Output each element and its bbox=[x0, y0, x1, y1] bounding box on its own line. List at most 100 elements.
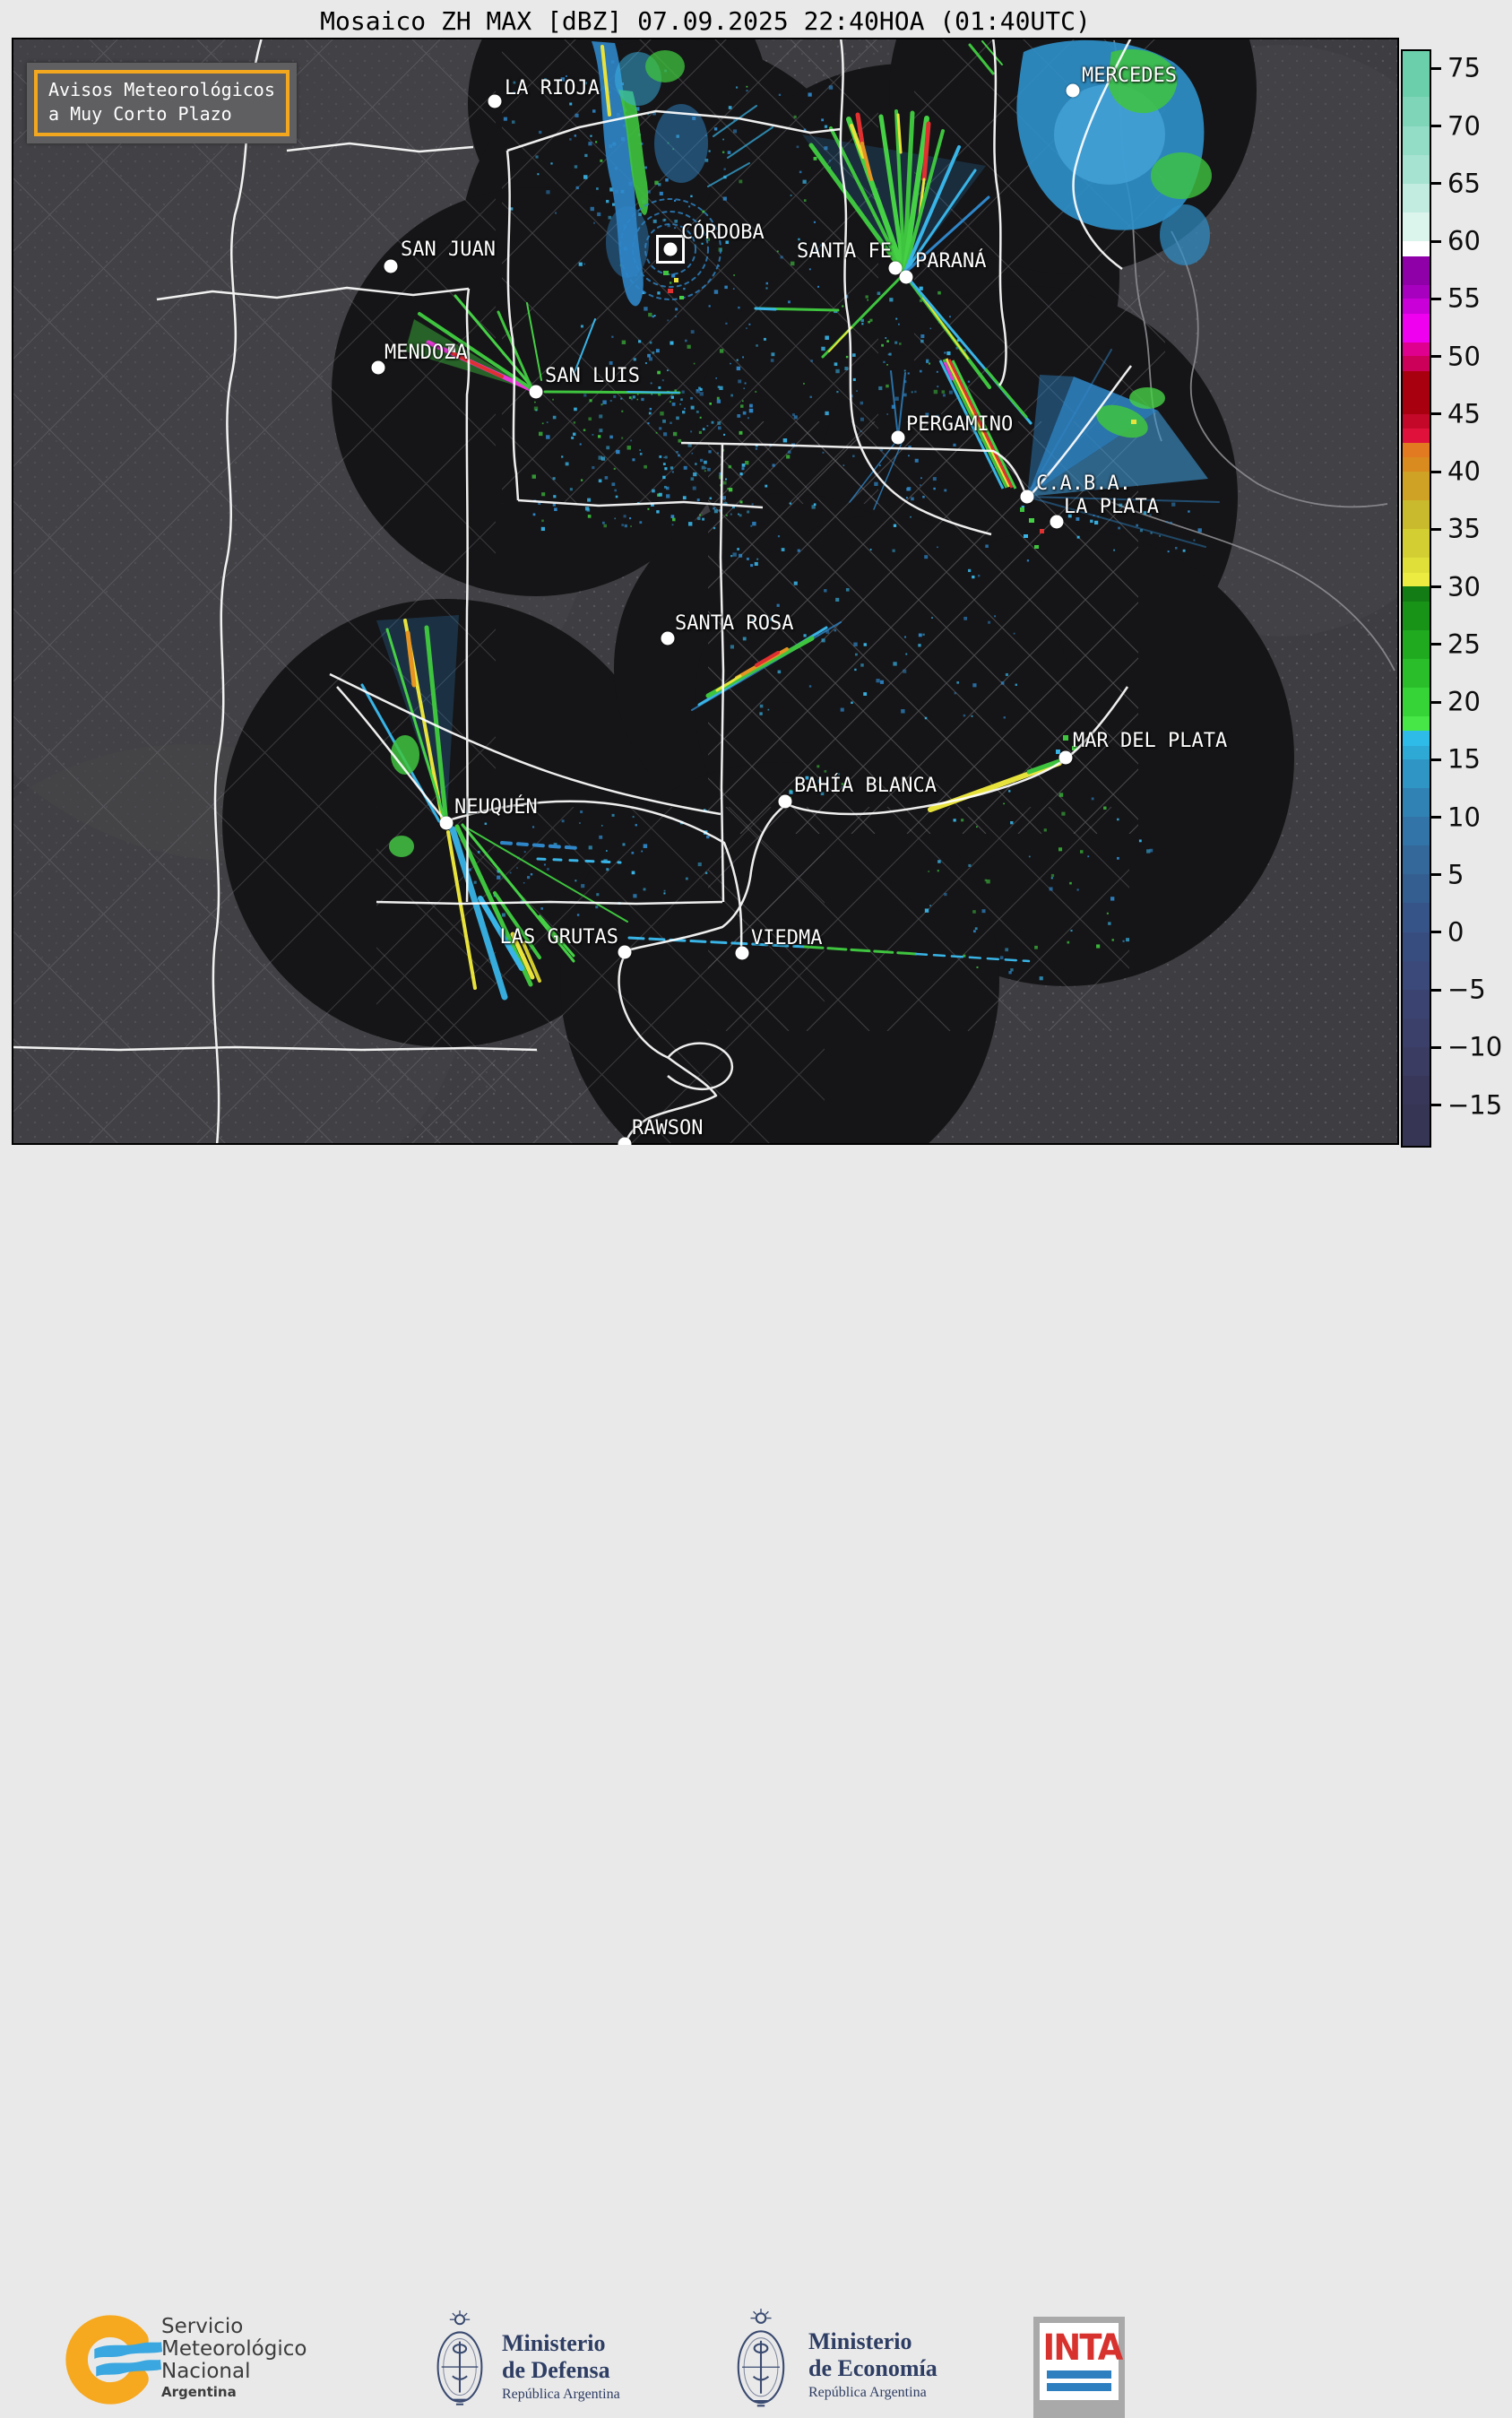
defensa-logo-text: Ministerio de Defensa República Argentin… bbox=[502, 2330, 620, 2403]
colorbar-segment bbox=[1403, 903, 1430, 932]
colorbar-segment bbox=[1403, 212, 1430, 241]
colorbar-tick-label: 65 bbox=[1447, 168, 1481, 199]
colorbar-tick bbox=[1431, 412, 1441, 416]
colorbar-tick-label: 15 bbox=[1447, 743, 1481, 775]
colorbar-tick bbox=[1431, 1104, 1441, 1107]
inta-bar-2 bbox=[1047, 2383, 1111, 2391]
colorbar-tick bbox=[1431, 125, 1441, 128]
colorbar-segment bbox=[1403, 499, 1430, 530]
colorbar-segment bbox=[1403, 659, 1430, 689]
colorbar-segment bbox=[1403, 442, 1430, 458]
colorbar-segment bbox=[1403, 1105, 1430, 1147]
defensa-coat-of-arms-icon bbox=[436, 2310, 483, 2405]
colorbar-segment bbox=[1403, 874, 1430, 904]
colorbar-segment bbox=[1403, 572, 1430, 587]
colorbar-tick bbox=[1431, 585, 1441, 588]
radar-map bbox=[12, 38, 1399, 1145]
colorbar-segment bbox=[1403, 240, 1430, 256]
colorbar-segment bbox=[1403, 471, 1430, 500]
colorbar-segment bbox=[1403, 817, 1430, 846]
colorbar-segment bbox=[1403, 716, 1430, 731]
colorbar-tick bbox=[1431, 182, 1441, 186]
warnings-overlay-button[interactable]: Avisos Meteorológicos a Muy Corto Plazo bbox=[27, 63, 297, 143]
colorbar-segment bbox=[1403, 558, 1430, 573]
colorbar-segment bbox=[1403, 429, 1430, 443]
colorbar-tick-label: 30 bbox=[1447, 570, 1481, 602]
colorbar-tick-label: 10 bbox=[1447, 801, 1481, 832]
colorbar-tick bbox=[1431, 758, 1441, 761]
colorbar-tick bbox=[1431, 239, 1441, 243]
colorbar-tick bbox=[1431, 470, 1441, 473]
smn-line2: Meteorológico bbox=[161, 2336, 307, 2361]
colorbar-segment bbox=[1403, 126, 1430, 155]
footer-logos: Servicio Meteorológico Nacional Argentin… bbox=[0, 1145, 1512, 2418]
inta-bar-1 bbox=[1047, 2370, 1111, 2379]
colorbar-tick-label: 55 bbox=[1447, 282, 1481, 314]
colorbar-tick-label: 45 bbox=[1447, 398, 1481, 429]
colorbar-tick bbox=[1431, 988, 1441, 992]
figure-title: Mosaico ZH MAX [dBZ] 07.09.2025 22:40HOA… bbox=[320, 6, 1091, 36]
colorbar-tick bbox=[1431, 527, 1441, 531]
colorbar-tick bbox=[1431, 700, 1441, 704]
colorbar-segment bbox=[1403, 1018, 1430, 1048]
economia-line2: de Economía bbox=[808, 2354, 937, 2381]
colorbar-segment bbox=[1403, 371, 1430, 414]
colorbar-segment bbox=[1403, 932, 1430, 961]
colorbar-segment bbox=[1403, 413, 1430, 429]
colorbar-tick-label: 60 bbox=[1447, 225, 1481, 256]
colorbar-segment bbox=[1403, 457, 1430, 472]
colorbar-segment bbox=[1403, 788, 1430, 818]
colorbar-segment bbox=[1403, 256, 1430, 285]
colorbar-tick-label: 5 bbox=[1447, 859, 1464, 890]
colorbar-tick bbox=[1431, 355, 1441, 358]
colorbar-segment bbox=[1403, 97, 1430, 126]
colorbar-segment bbox=[1403, 51, 1430, 98]
colorbar-segment bbox=[1403, 299, 1430, 314]
colorbar-segment bbox=[1403, 630, 1430, 660]
radar-mosaic-figure: Mosaico ZH MAX [dBZ] 07.09.2025 22:40HOA… bbox=[0, 0, 1512, 2418]
defensa-line1: Ministerio bbox=[502, 2330, 606, 2356]
colorbar-segment bbox=[1403, 529, 1430, 559]
colorbar-segment bbox=[1403, 989, 1430, 1018]
economia-subtitle: República Argentina bbox=[808, 2384, 927, 2400]
colorbar-segment bbox=[1403, 688, 1430, 717]
colorbar-segment bbox=[1403, 960, 1430, 990]
colorbar-tick-label: 20 bbox=[1447, 686, 1481, 717]
warnings-label-line2: a Muy Corto Plazo bbox=[48, 103, 232, 125]
colorbar-tick bbox=[1431, 297, 1441, 300]
colorbar-segment bbox=[1403, 183, 1430, 212]
colorbar-tick-label: −10 bbox=[1447, 1031, 1503, 1062]
colorbar-tick bbox=[1431, 1045, 1441, 1049]
colorbar-segment bbox=[1403, 284, 1430, 299]
colorbar-segment bbox=[1403, 586, 1430, 602]
colorbar-tick-label: 70 bbox=[1447, 109, 1481, 141]
colorbar-tick-label: 35 bbox=[1447, 513, 1481, 544]
colorbar-tick bbox=[1431, 873, 1441, 877]
smn-logo-icon bbox=[65, 2315, 163, 2405]
colorbar-segment bbox=[1403, 154, 1430, 184]
colorbar-tick-label: 40 bbox=[1447, 455, 1481, 487]
colorbar-segment bbox=[1403, 745, 1430, 759]
colorbar-tick-label: 50 bbox=[1447, 340, 1481, 371]
colorbar-tick bbox=[1431, 816, 1441, 819]
colorbar-segment bbox=[1403, 356, 1430, 372]
warnings-label-line1: Avisos Meteorológicos bbox=[48, 79, 275, 100]
colorbar-scale: 75 70 65 60 55 50 45 40 35 30 25 20 15 10 5 0 −5 −10 −15 bbox=[1401, 49, 1502, 1148]
economia-line1: Ministerio bbox=[808, 2328, 912, 2354]
colorbar-tick-label: −5 bbox=[1447, 974, 1486, 1005]
smn-line4: Argentina bbox=[161, 2384, 237, 2401]
colorbar-segment bbox=[1403, 758, 1430, 789]
colorbar-tick bbox=[1431, 931, 1441, 934]
colorbar-segment bbox=[1403, 730, 1430, 746]
defensa-subtitle: República Argentina bbox=[502, 2386, 620, 2402]
colorbar-segment bbox=[1403, 342, 1430, 357]
smn-logo-text: Servicio Meteorológico Nacional Argentin… bbox=[161, 2316, 307, 2400]
colorbar-segment bbox=[1403, 845, 1430, 875]
colorbar-segment bbox=[1403, 313, 1430, 342]
economia-logo-text: Ministerio de Economía República Argenti… bbox=[808, 2328, 937, 2401]
colorbar-tick bbox=[1431, 66, 1441, 70]
colorbar-tick-label: 25 bbox=[1447, 628, 1481, 660]
economia-coat-of-arms-icon bbox=[737, 2309, 785, 2407]
defensa-line2: de Defensa bbox=[502, 2356, 610, 2383]
inta-logo: INTA bbox=[1033, 2317, 1125, 2418]
